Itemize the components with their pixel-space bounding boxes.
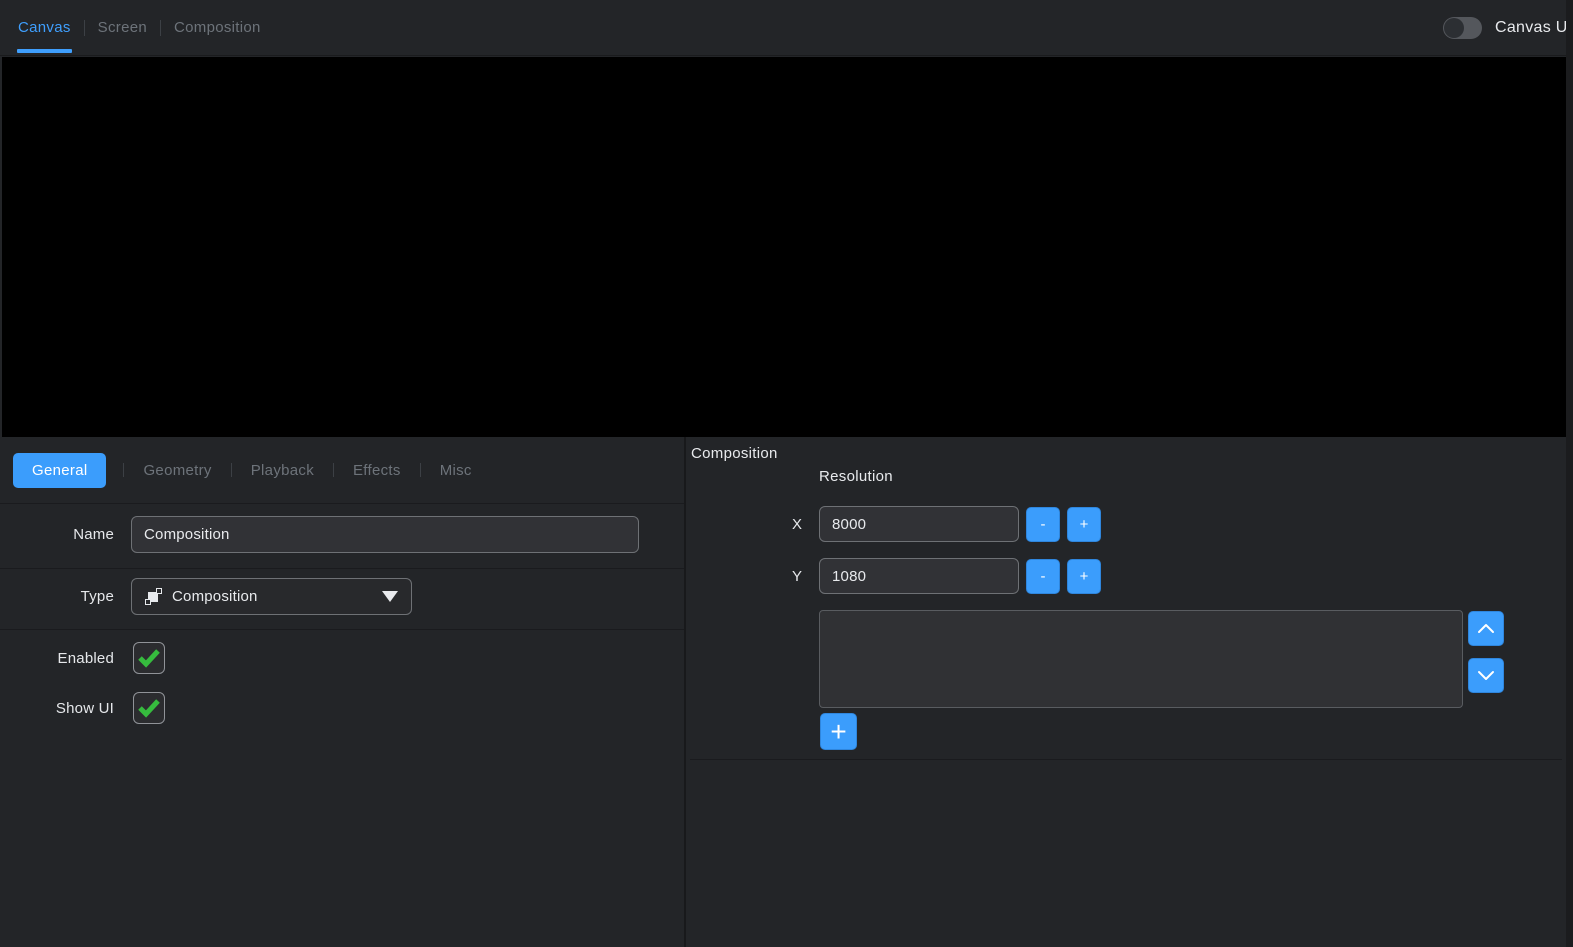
plus-icon: + bbox=[830, 718, 846, 746]
dropdown-caret-icon bbox=[382, 591, 398, 602]
move-item-down-button[interactable] bbox=[1468, 658, 1504, 693]
tab-playback[interactable]: Playback bbox=[249, 462, 316, 479]
tab-composition[interactable]: Composition bbox=[173, 0, 262, 55]
row-divider bbox=[0, 568, 684, 569]
chevron-down-icon bbox=[1477, 670, 1495, 681]
window-edge bbox=[1566, 0, 1573, 947]
type-field-label: Type bbox=[0, 588, 114, 605]
tab-separator bbox=[333, 463, 334, 477]
canvas-ui-toggle-group: Canvas UI bbox=[1443, 0, 1572, 56]
resolution-label: Resolution bbox=[819, 468, 893, 485]
tab-screen[interactable]: Screen bbox=[97, 0, 148, 55]
minus-icon: - bbox=[1041, 516, 1046, 533]
type-dropdown-value: Composition bbox=[172, 588, 258, 605]
composition-type-icon bbox=[145, 588, 162, 605]
show-ui-field-label: Show UI bbox=[0, 700, 114, 717]
composition-right-panel: Composition Resolution X - + Y - + bbox=[686, 437, 1566, 947]
composition-panel-title: Composition bbox=[691, 445, 778, 462]
resolution-y-input[interactable] bbox=[819, 558, 1019, 594]
tab-general[interactable]: General bbox=[13, 453, 106, 488]
checkmark-icon bbox=[136, 647, 162, 669]
tab-misc[interactable]: Misc bbox=[438, 462, 474, 479]
composition-item-list[interactable] bbox=[819, 610, 1463, 708]
resolution-x-decrement-button[interactable]: - bbox=[1026, 507, 1060, 542]
resolution-x-increment-button[interactable]: + bbox=[1067, 507, 1101, 542]
resolution-x-label: X bbox=[784, 516, 810, 533]
canvas-ui-toggle[interactable] bbox=[1443, 17, 1482, 39]
resolution-y-increment-button[interactable]: + bbox=[1067, 559, 1101, 594]
section-divider bbox=[690, 759, 1562, 760]
properties-left-panel: General Geometry Playback Effects Misc N… bbox=[0, 437, 684, 947]
properties-tab-bar: General Geometry Playback Effects Misc bbox=[0, 437, 474, 503]
tab-separator bbox=[231, 463, 232, 477]
tab-screen-label: Screen bbox=[98, 19, 147, 36]
plus-icon: + bbox=[1080, 568, 1089, 585]
tab-geometry[interactable]: Geometry bbox=[141, 462, 213, 479]
minus-icon: - bbox=[1041, 568, 1046, 585]
canvas-viewport[interactable] bbox=[2, 57, 1566, 437]
tab-effects[interactable]: Effects bbox=[351, 462, 403, 479]
canvas-ui-toggle-label: Canvas UI bbox=[1495, 19, 1572, 37]
active-tab-underline bbox=[17, 49, 72, 53]
top-bar: Canvas Screen Composition Canvas UI bbox=[0, 0, 1573, 56]
resolution-y-decrement-button[interactable]: - bbox=[1026, 559, 1060, 594]
plus-icon: + bbox=[1080, 516, 1089, 533]
checkmark-icon bbox=[136, 697, 162, 719]
tab-separator bbox=[123, 463, 124, 477]
show-ui-checkbox[interactable] bbox=[133, 692, 165, 724]
resolution-y-label: Y bbox=[784, 568, 810, 585]
tab-canvas[interactable]: Canvas bbox=[17, 0, 72, 55]
name-input[interactable] bbox=[131, 516, 639, 553]
tab-canvas-label: Canvas bbox=[18, 19, 71, 36]
tab-separator bbox=[420, 463, 421, 477]
row-divider bbox=[0, 503, 684, 504]
row-divider bbox=[0, 629, 684, 630]
add-item-button[interactable]: + bbox=[820, 713, 857, 750]
enabled-field-label: Enabled bbox=[0, 650, 114, 667]
bottom-properties-area: General Geometry Playback Effects Misc N… bbox=[0, 437, 1573, 947]
name-field-label: Name bbox=[0, 526, 114, 543]
tab-separator bbox=[84, 20, 85, 36]
type-dropdown[interactable]: Composition bbox=[131, 578, 412, 615]
chevron-up-icon bbox=[1477, 623, 1495, 634]
enabled-checkbox[interactable] bbox=[133, 642, 165, 674]
top-tab-bar: Canvas Screen Composition bbox=[0, 0, 1573, 55]
tab-composition-label: Composition bbox=[174, 19, 261, 36]
tab-separator bbox=[160, 20, 161, 36]
move-item-up-button[interactable] bbox=[1468, 611, 1504, 646]
resolution-x-input[interactable] bbox=[819, 506, 1019, 542]
toggle-knob-icon bbox=[1444, 18, 1464, 38]
